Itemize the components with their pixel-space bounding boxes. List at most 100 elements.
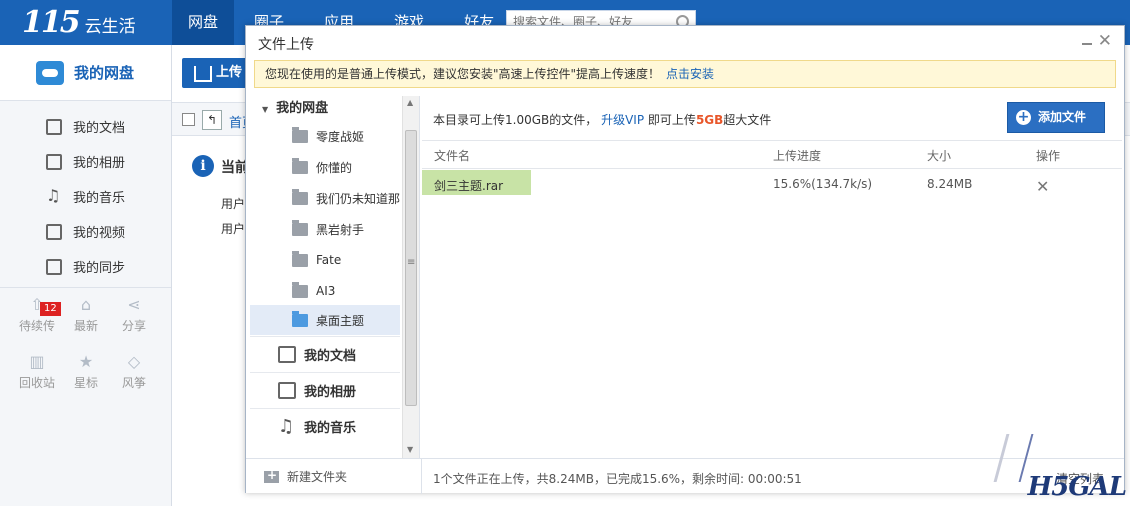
folder-label: 零度战姬 xyxy=(316,129,365,144)
sidebar-list: 我的文档 我的相册 我的音乐 我的视频 我的同步 xyxy=(0,101,171,288)
logo-text: 云生活 xyxy=(84,17,136,37)
column-action: 操作 xyxy=(1036,149,1061,163)
upload-button[interactable]: 上传 xyxy=(182,58,252,88)
tree-root-my-disk[interactable]: 我的网盘 xyxy=(262,97,328,116)
minimize-icon[interactable] xyxy=(1082,43,1092,45)
tool-recycle-bin[interactable]: ▥ 回收站 xyxy=(14,353,60,391)
file-size: 8.24MB xyxy=(927,177,973,191)
category-label: 我的相册 xyxy=(304,384,357,400)
file-progress: 15.6%(134.7k/s) xyxy=(773,177,873,191)
sidebar-item-music[interactable]: 我的音乐 xyxy=(0,179,171,214)
sidebar-item-label: 我的视频 xyxy=(73,226,126,241)
document-icon xyxy=(46,118,62,135)
star-icon: ★ xyxy=(78,352,94,371)
scroll-down-icon[interactable]: ▼ xyxy=(407,445,413,454)
folder-icon xyxy=(292,250,308,267)
folder-label: 我们仍未知道那 xyxy=(315,191,400,206)
info-line: 用户 xyxy=(221,222,246,236)
tool-latest[interactable]: ⌂ 最新 xyxy=(63,296,109,334)
sidebar-item-label: 我的相册 xyxy=(73,156,126,171)
add-file-label: 添加文件 xyxy=(1038,110,1087,124)
logo-number: 115 xyxy=(22,5,81,40)
nav-disk[interactable]: 网盘 xyxy=(172,0,235,45)
info-line: 用户 xyxy=(221,197,246,211)
column-progress: 上传进度 xyxy=(773,149,822,163)
kite-icon: ◇ xyxy=(127,352,141,371)
tool-label: 回收站 xyxy=(18,376,55,390)
sidebar-item-label: 我的文档 xyxy=(73,121,126,136)
sidebar-item-documents[interactable]: 我的文档 xyxy=(0,109,171,144)
dialog-footer: 新建文件夹 1个文件正在上传，共8.24MB，已完成15.6%，剩余时间: 00… xyxy=(246,458,1124,494)
new-folder-button[interactable]: 新建文件夹 xyxy=(264,468,347,485)
folder-icon xyxy=(292,126,308,143)
sidebar-item-label: 我的音乐 xyxy=(73,191,126,206)
folder-item[interactable]: 我们仍未知道那 xyxy=(250,183,400,213)
tree-category-photos[interactable]: 我的相册 xyxy=(250,372,400,407)
upgrade-vip-link[interactable]: 升级VIP xyxy=(601,113,644,127)
dialog-header[interactable]: 文件上传 ✕ xyxy=(246,26,1124,59)
house-icon: ⌂ xyxy=(80,295,92,314)
close-icon[interactable]: ✕ xyxy=(1098,32,1112,50)
tool-share[interactable]: ⋖ 分享 xyxy=(111,296,157,334)
photo-icon xyxy=(278,381,296,399)
music-note-icon xyxy=(46,186,62,205)
document-icon xyxy=(278,345,296,363)
column-filename: 文件名 xyxy=(434,149,471,163)
install-plugin-link[interactable]: 点击安装 xyxy=(666,67,714,81)
folder-icon xyxy=(292,281,308,298)
upload-dialog: 文件上传 ✕ 您现在使用的是普通上传模式，建议您安装"高速上传控件"提高上传速度… xyxy=(245,25,1125,494)
tool-kite[interactable]: ◇ 风筝 xyxy=(111,353,157,391)
quota-suffix: 超大文件 xyxy=(723,113,772,127)
table-row: 剑三主题.rar 15.6%(134.7k/s) 8.24MB ✕ xyxy=(422,169,1122,199)
dialog-title: 文件上传 xyxy=(258,37,314,53)
cloud-disk-icon xyxy=(36,60,64,85)
sidebar-item-label: 我的同步 xyxy=(73,261,126,276)
music-note-icon: ♫ xyxy=(278,415,295,437)
folder-item[interactable]: 零度战姬 xyxy=(250,121,400,151)
folder-label: AI3 xyxy=(316,284,336,298)
sidebar-my-disk[interactable]: 我的网盘 xyxy=(0,45,171,101)
sidebar-item-sync[interactable]: 我的同步 xyxy=(0,249,171,284)
sidebar-item-videos[interactable]: 我的视频 xyxy=(0,214,171,249)
remove-file-icon[interactable]: ✕ xyxy=(1036,177,1049,196)
tree-category-documents[interactable]: 我的文档 xyxy=(250,336,400,371)
category-label: 我的文档 xyxy=(304,348,357,364)
quota-info: 本目录可上传1.00GB的文件， 升级VIP 即可上传5GB超大文件 xyxy=(433,111,771,128)
sidebar-item-photos[interactable]: 我的相册 xyxy=(0,144,171,179)
video-icon xyxy=(46,223,62,240)
folder-tree: 我的网盘 零度战姬 你懂的 我们仍未知道那 黑岩射手 Fate AI3 桌面主题… xyxy=(250,96,420,458)
tree-scrollbar[interactable]: ▲ ▼ xyxy=(402,96,419,458)
tool-label: 最新 xyxy=(73,319,98,333)
tool-starred[interactable]: ★ 星标 xyxy=(63,353,109,391)
folder-item[interactable]: Fate xyxy=(250,245,400,275)
scroll-thumb[interactable] xyxy=(405,130,417,406)
folder-item[interactable]: AI3 xyxy=(250,276,400,306)
new-folder-icon xyxy=(264,468,279,483)
select-all-checkbox[interactable] xyxy=(182,113,195,126)
notice-text: 您现在使用的是普通上传模式，建议您安装"高速上传控件"提高上传速度！ xyxy=(265,67,661,81)
folder-icon xyxy=(292,157,308,174)
sync-icon xyxy=(46,258,62,275)
quota-middle: 即可上传 xyxy=(647,113,696,127)
folder-item[interactable]: 黑岩射手 xyxy=(250,214,400,244)
quota-size: 5GB xyxy=(695,113,724,127)
folder-item[interactable]: 你懂的 xyxy=(250,152,400,182)
tree-category-music[interactable]: ♫ 我的音乐 xyxy=(250,408,400,443)
scroll-up-icon[interactable]: ▲ xyxy=(407,98,413,107)
tool-label: 风筝 xyxy=(121,376,146,390)
tool-label: 分享 xyxy=(121,319,146,333)
sidebar-title: 我的网盘 xyxy=(74,64,135,82)
photo-icon xyxy=(46,153,62,170)
logo[interactable]: 115 云生活 xyxy=(22,8,136,38)
folder-icon xyxy=(292,188,308,205)
trash-icon: ▥ xyxy=(29,352,45,371)
tool-label: 待续传 xyxy=(18,319,55,333)
file-table-header: 文件名 上传进度 大小 操作 xyxy=(422,140,1122,169)
folder-label: Fate xyxy=(316,253,342,267)
new-folder-label: 新建文件夹 xyxy=(287,470,348,484)
back-arrow-icon[interactable]: ↰ xyxy=(202,110,222,130)
add-file-button[interactable]: + 添加文件 xyxy=(1007,102,1105,133)
info-icon: i xyxy=(192,155,214,177)
folder-item-selected[interactable]: 桌面主题 xyxy=(250,305,400,335)
upload-status: 1个文件正在上传，共8.24MB，已完成15.6%，剩余时间: 00:00:51 xyxy=(433,472,802,486)
